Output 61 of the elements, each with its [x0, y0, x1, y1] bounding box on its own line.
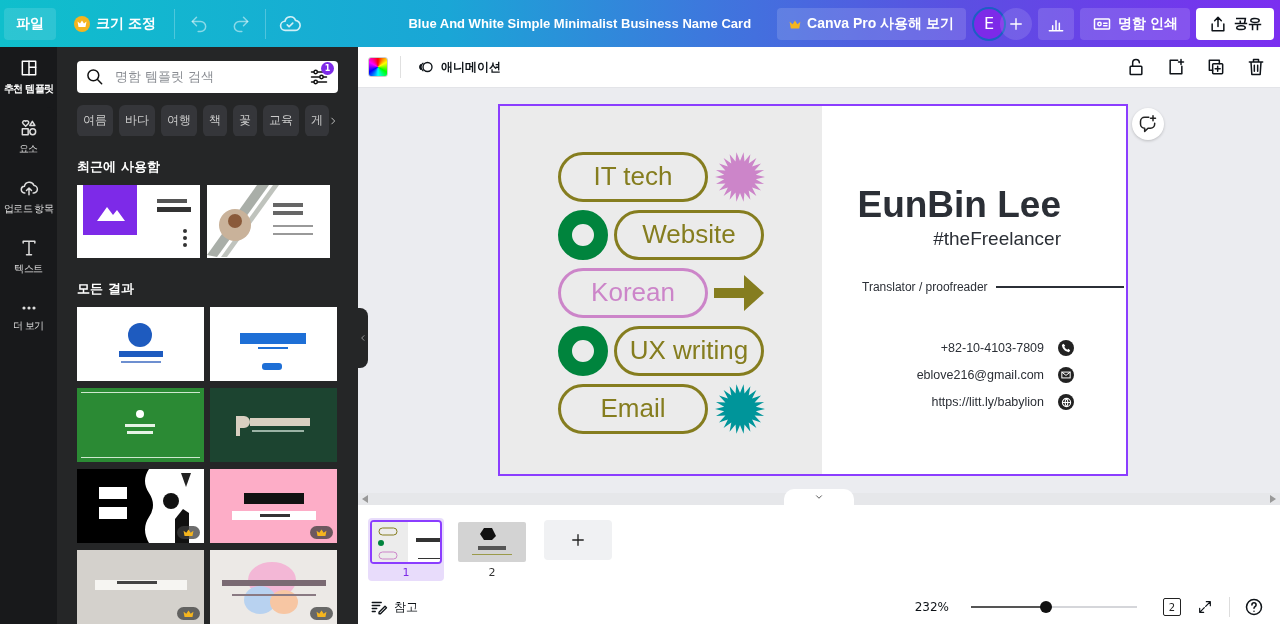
tag-pill: Email	[558, 383, 708, 434]
comment-plus-icon	[1138, 114, 1158, 134]
crown-icon	[789, 20, 802, 29]
chevron-left-icon	[359, 333, 367, 343]
keyword-chip[interactable]: 교육	[263, 104, 299, 136]
search-field[interactable]: 명함 템플릿 검색 1	[77, 61, 338, 93]
keyword-chip[interactable]: 바다	[119, 104, 155, 136]
globe-icon	[1058, 394, 1074, 410]
help-icon	[1244, 597, 1264, 617]
collapse-panel-button[interactable]	[358, 308, 368, 368]
share-button[interactable]: 공유	[1196, 7, 1274, 40]
pro-trial-button[interactable]: Canva Pro 사용해 보기	[777, 7, 967, 40]
contact-text: https://litt.ly/babylion	[931, 395, 1044, 409]
page-count-button[interactable]: 2	[1163, 598, 1181, 616]
phone-icon	[1058, 340, 1074, 356]
trash-icon	[1246, 57, 1266, 77]
copy-icon	[1206, 57, 1226, 77]
animate-button[interactable]: 애니메이션	[413, 52, 505, 82]
section-heading: 모든 결과	[77, 280, 135, 298]
crown-icon	[74, 15, 90, 32]
print-button[interactable]: 명함 인쇄	[1080, 7, 1190, 40]
notes-button[interactable]: 참고	[370, 598, 418, 616]
keyword-chip[interactable]: 책	[203, 104, 227, 136]
contact-text: eblove216@gmail.com	[916, 368, 1044, 382]
zoom-slider[interactable]	[971, 601, 1137, 613]
insights-button[interactable]	[1038, 7, 1075, 40]
crown-icon	[316, 609, 327, 618]
tag-pill: IT tech	[558, 151, 708, 202]
contact-text: +82-10-4103-7809	[940, 341, 1044, 355]
tag-pill: Website	[614, 209, 764, 260]
starburst-icon	[714, 150, 766, 203]
job-title: Translator / proofreader	[862, 280, 988, 294]
tag-pill: Korean	[558, 267, 708, 318]
keyword-chip[interactable]: 게	[305, 104, 329, 136]
lock-icon	[1126, 57, 1146, 77]
chevron-down-icon	[814, 493, 824, 501]
plus-icon	[569, 531, 587, 549]
color-picker-button[interactable]	[368, 57, 388, 77]
add-page-icon	[1166, 57, 1186, 77]
zoom-level[interactable]: 232%	[914, 600, 949, 614]
person-name: EunBin Lee	[857, 184, 1061, 226]
crown-icon	[316, 528, 327, 537]
search-icon	[85, 66, 105, 87]
keyword-chip[interactable]: 꽃	[233, 104, 257, 136]
email-icon	[1058, 367, 1074, 383]
filter-count-badge: 1	[321, 61, 334, 75]
keyword-chip[interactable]: 여름	[77, 104, 113, 136]
add-collaborator-button[interactable]	[1000, 7, 1033, 40]
page-thumbnail[interactable]: 1	[368, 518, 444, 581]
expand-icon	[1197, 599, 1213, 615]
business-card[interactable]: IT tech Website Korean UX writing Email EunBin Lee #theFreelancer Translator / proofreader +82-10-4103-7809 eblove216@gmail.com https://litt.ly/babylion	[498, 104, 1128, 476]
crown-icon	[183, 528, 194, 537]
crown-icon	[183, 609, 194, 618]
keyword-chip[interactable]: 여행	[161, 104, 197, 136]
user-avatar[interactable]: E	[972, 6, 1007, 41]
add-comment-button[interactable]	[1132, 108, 1164, 140]
tagline: #theFreelancer	[933, 228, 1061, 250]
tag-pill: UX writing	[614, 325, 764, 376]
starburst-icon	[714, 382, 766, 435]
page-thumbnail[interactable]: 2	[454, 518, 530, 581]
section-heading: 최근에 사용함	[77, 158, 161, 176]
